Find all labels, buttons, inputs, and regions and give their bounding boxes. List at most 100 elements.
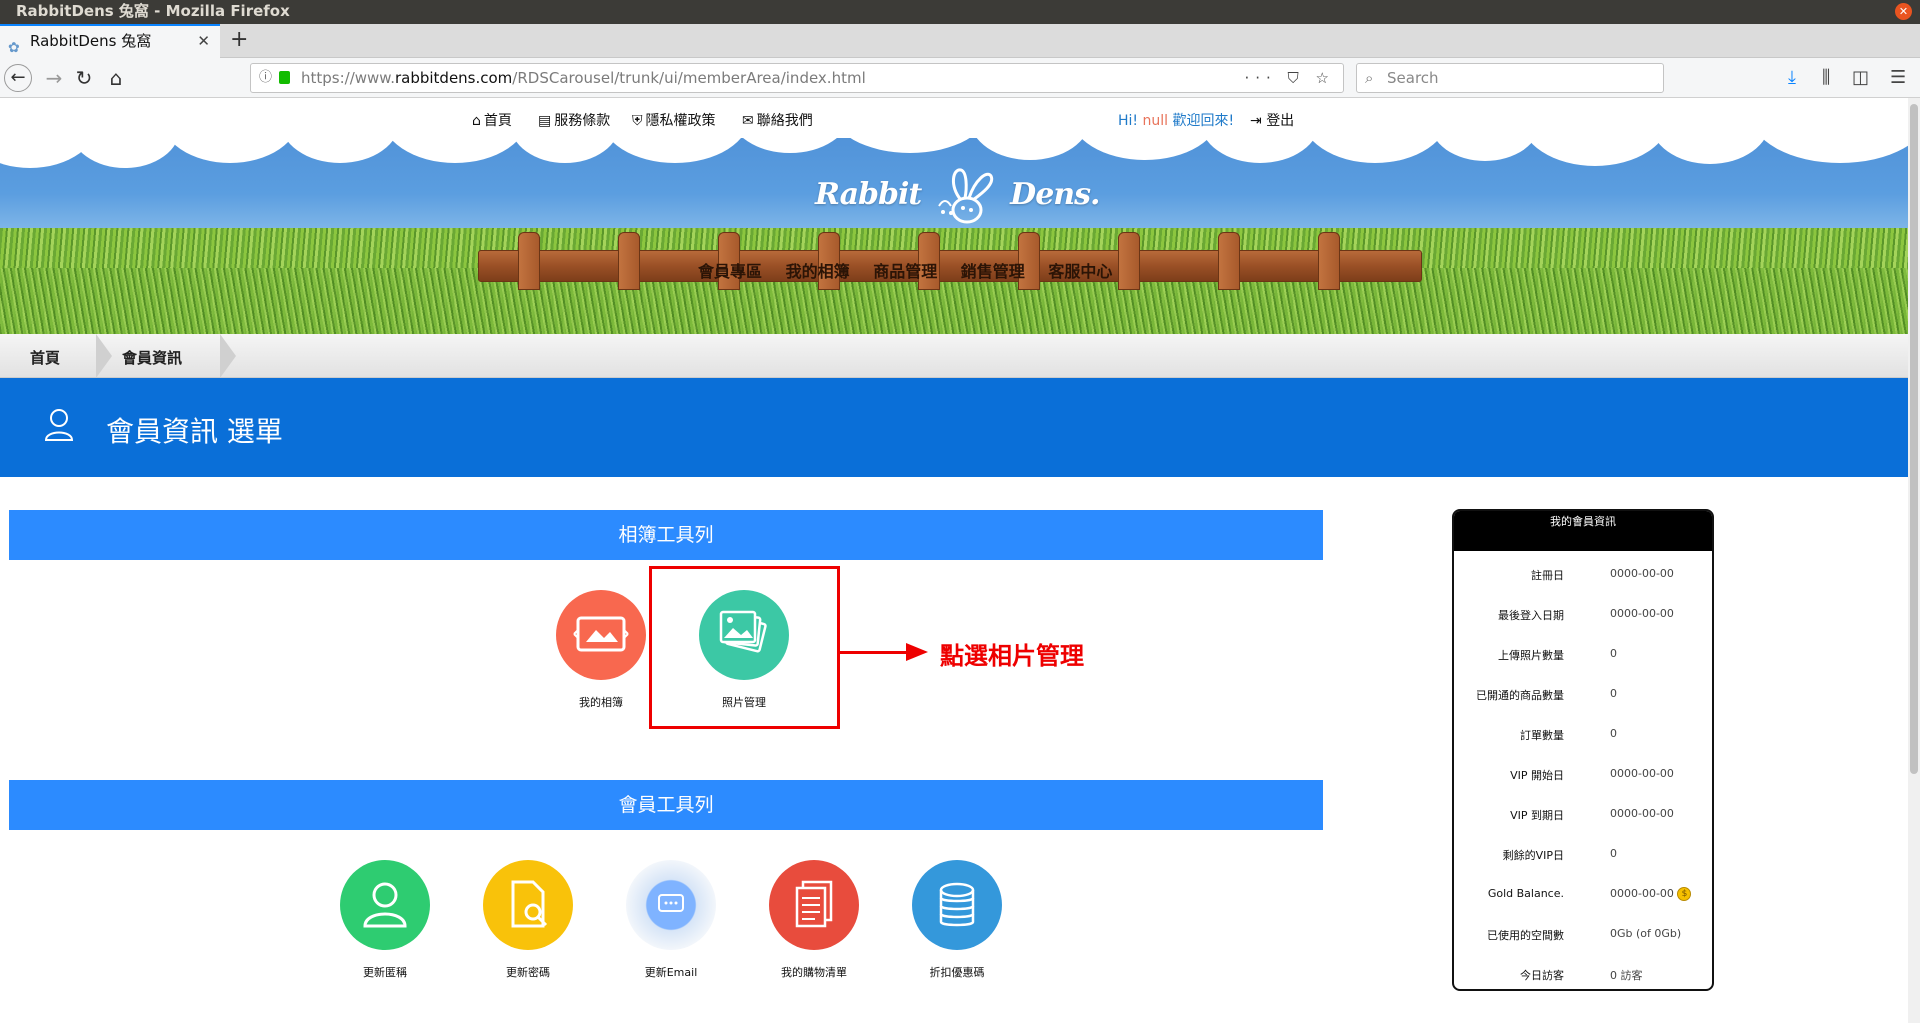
user-profile-icon <box>363 882 407 928</box>
fence-post <box>1218 232 1240 290</box>
url-prefix: https://www. <box>301 69 395 87</box>
discount-code-button[interactable]: 折扣優惠碼 <box>887 860 1027 980</box>
update-email-button[interactable]: 更新Email <box>601 860 741 980</box>
nav-privacy-label: 隱私權政策 <box>645 113 716 129</box>
menu-member-area[interactable]: 會員專區 <box>698 262 762 281</box>
home-icon[interactable]: ⌂ <box>102 64 130 92</box>
page-header: 會員資訊 選單 <box>0 378 1908 477</box>
window-title: RabbitDens 兔窩 - Mozilla Firefox <box>16 2 290 20</box>
sidebar-icon[interactable]: ◫ <box>1852 64 1869 92</box>
search-placeholder: Search <box>1387 69 1439 87</box>
reload-icon[interactable]: ↻ <box>70 64 98 92</box>
breadcrumb-home[interactable]: 首頁 <box>30 347 60 368</box>
discount-code-circle <box>912 860 1002 950</box>
info-value: 0000-00-00 <box>1610 767 1674 780</box>
navigation-toolbar: ← → ↻ ⌂ ⓘ https://www.rabbitdens.com/RDS… <box>0 58 1920 98</box>
breadcrumb-member-info[interactable]: 會員資訊 <box>122 347 182 368</box>
browser-tab[interactable]: ✿ RabbitDens 兔窩 ✕ <box>0 24 220 58</box>
lock-icon <box>279 71 290 84</box>
rabbit-logo-icon <box>937 168 993 224</box>
document-search-icon <box>511 880 548 928</box>
url-bar[interactable]: ⓘ https://www.rabbitdens.com/RDSCarousel… <box>250 63 1344 93</box>
menu-icon[interactable]: ☰ <box>1890 64 1906 92</box>
update-password-button[interactable]: 更新密碼 <box>458 860 598 980</box>
window-titlebar: RabbitDens 兔窩 - Mozilla Firefox ✕ <box>0 0 1920 24</box>
site-banner: ⌂ 首頁 ▤ 服務條款 ⛨ 隱私權政策 ✉ 聯絡我們 Hi! null 歡迎回來! ⇥ … <box>0 98 1908 334</box>
annotation-arrow-icon <box>906 643 928 661</box>
close-window-icon[interactable]: ✕ <box>1895 3 1912 20</box>
welcome-message: Hi! null 歡迎回來! <box>1118 110 1234 130</box>
page-scrollbar[interactable] <box>1908 98 1920 1023</box>
downloads-icon[interactable]: ⤓ <box>1788 64 1796 92</box>
search-input[interactable]: ⌕ Search <box>1356 63 1664 93</box>
update-nickname-button[interactable]: 更新匿稱 <box>315 860 455 980</box>
back-icon[interactable]: ← <box>4 64 32 92</box>
new-tab-icon[interactable]: + <box>230 24 248 56</box>
library-icon[interactable]: ⫼ <box>1822 64 1830 92</box>
info-value: 0 <box>1610 727 1617 740</box>
coins-stack-icon <box>939 882 975 927</box>
nav-terms-label: 服務條款 <box>554 113 611 129</box>
site-logo[interactable]: Rabbit Dens. <box>815 166 1100 226</box>
breadcrumb: 首頁 會員資訊 <box>0 334 1908 378</box>
nav-terms-link[interactable]: ▤ 服務條款 <box>538 110 610 130</box>
update-password-circle <box>483 860 573 950</box>
annotation-highlight-box <box>649 566 840 729</box>
logout-link[interactable]: ⇥ 登出 <box>1250 110 1294 130</box>
update-email-circle <box>626 860 716 950</box>
house-icon: ⌂ <box>472 113 481 129</box>
discount-code-label: 折扣優惠碼 <box>929 966 985 979</box>
tab-bar: ✿ RabbitDens 兔窩 ✕ + <box>0 24 1920 58</box>
logo-text-left: Rabbit <box>815 177 922 212</box>
update-email-label: 更新Email <box>644 966 698 979</box>
update-password-label: 更新密碼 <box>506 966 550 979</box>
member-info-card: 我的會員資訊 註冊日 0000-00-00 最後登入日期 0000-00-00 上傳… <box>1452 509 1714 991</box>
gold-coin-icon: $ <box>1677 887 1692 901</box>
page-content: ⌂ 首頁 ▤ 服務條款 ⛨ 隱私權政策 ✉ 聯絡我們 Hi! null 歡迎回來! ⇥ … <box>0 98 1908 1023</box>
user-icon <box>44 409 74 441</box>
breadcrumb-separator <box>96 334 112 378</box>
logout-icon: ⇥ <box>1250 113 1262 129</box>
info-value: 0 <box>1610 687 1617 700</box>
site-info-icon[interactable]: ⓘ <box>259 64 272 92</box>
shopping-list-button[interactable]: 我的購物清單 <box>744 860 884 980</box>
info-value: 0 訪客 <box>1610 969 1643 982</box>
scrollbar-thumb[interactable] <box>1910 104 1918 774</box>
shopping-list-label: 我的購物清單 <box>781 966 847 979</box>
info-key: VIP 到期日 <box>1510 809 1564 822</box>
menu-product-management[interactable]: 商品管理 <box>873 262 937 281</box>
chat-bubble-icon <box>658 894 684 912</box>
document-icon: ▤ <box>538 113 552 129</box>
nav-privacy-link[interactable]: ⛨ 隱私權政策 <box>632 110 716 130</box>
info-value: 0 <box>1610 647 1617 660</box>
album-toolbar-header: 相簿工具列 <box>9 510 1323 560</box>
fence-post <box>1318 232 1340 290</box>
forward-icon[interactable]: → <box>40 64 68 92</box>
info-value: 0000-00-00 <box>1610 607 1674 620</box>
main-menu: 會員專區 我的相簿 商品管理 銷售管理 客服中心 <box>698 258 1130 282</box>
nav-home-link[interactable]: ⌂ 首頁 <box>472 110 512 130</box>
list-document-icon <box>795 880 833 928</box>
logo-text-right: Dens. <box>1010 177 1100 212</box>
info-key: 已開通的商品數量 <box>1476 689 1564 702</box>
menu-customer-service[interactable]: 客服中心 <box>1048 262 1112 281</box>
update-nickname-label: 更新匿稱 <box>363 966 407 979</box>
info-key: 已使用的空間數 <box>1487 929 1564 942</box>
info-key: 最後登入日期 <box>1498 609 1564 622</box>
menu-sales-management[interactable]: 銷售管理 <box>961 262 1025 281</box>
menu-my-albums[interactable]: 我的相簿 <box>786 262 850 281</box>
shield-icon: ⛨ <box>632 113 643 129</box>
shopping-list-circle <box>769 860 859 950</box>
info-key: 剩餘的VIP日 <box>1502 849 1564 862</box>
gold-balance-value: 0000-00-00 <box>1610 887 1674 900</box>
page-actions-icon[interactable]: ··· ⛉ ☆ <box>1244 64 1335 92</box>
nav-contact-link[interactable]: ✉ 聯絡我們 <box>742 110 813 130</box>
nav-contact-label: 聯絡我們 <box>756 113 813 129</box>
welcome-text: 歡迎回來! <box>1172 113 1235 129</box>
info-key: 今日訪客 <box>1520 969 1564 982</box>
close-tab-icon[interactable]: ✕ <box>197 26 210 56</box>
update-nickname-circle <box>340 860 430 950</box>
info-value: 0000-00-00 $ <box>1610 887 1692 901</box>
info-key: 註冊日 <box>1531 569 1564 582</box>
page-title: 會員資訊 選單 <box>106 415 283 448</box>
